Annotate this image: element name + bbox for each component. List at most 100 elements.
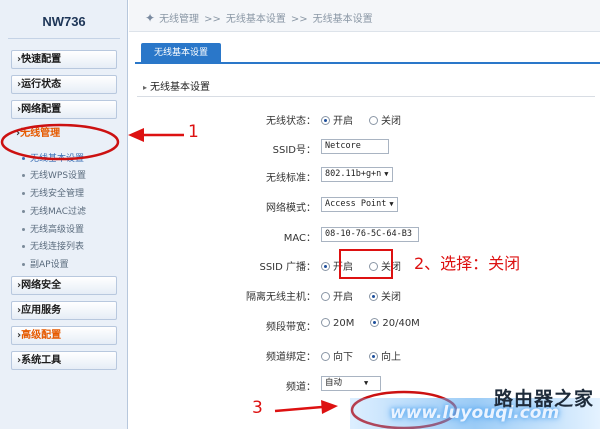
wireless-status-off[interactable]: 关闭 xyxy=(369,116,401,127)
section-divider xyxy=(137,96,595,97)
menu-advanced-config[interactable]: ›高级配置 xyxy=(11,326,117,345)
breadcrumb-separator: >> xyxy=(204,14,221,25)
annotation-step-3: 3 xyxy=(252,398,263,418)
submenu-sub-ap[interactable]: 副AP设置 xyxy=(22,257,69,270)
menu-network-config[interactable]: ›网络配置 xyxy=(11,100,117,119)
bandwidth-20-40m[interactable]: 20/40M xyxy=(370,318,420,329)
section-title: ▸ 无线基本设置 xyxy=(143,78,210,93)
menu-label: 高级配置 xyxy=(21,330,62,341)
tab-strip: 无线基本设置 xyxy=(135,43,600,64)
option-label: 向下 xyxy=(333,352,353,363)
breadcrumb: ✦ 无线管理 >> 无线基本设置 >> 无线基本设置 xyxy=(145,10,373,25)
submenu-wireless-basic[interactable]: 无线基本设置 xyxy=(22,151,84,164)
submenu-mac-filter[interactable]: 无线MAC过滤 xyxy=(22,204,86,217)
option-label: 关闭 xyxy=(381,292,401,303)
dropdown-arrow-icon: ▼ xyxy=(364,379,369,387)
channel-binding-radios: 向下 向上 xyxy=(321,348,417,363)
sparkle-icon: ✦ xyxy=(145,11,156,25)
sidebar: NW736 ›快速配置 ›运行状态 ›网络配置 ›无线管理 无线基本设置 无线W… xyxy=(0,0,128,429)
menu-run-status[interactable]: ›运行状态 xyxy=(11,75,117,94)
select-value: 自动 xyxy=(325,378,343,388)
mac-label: MAC： xyxy=(283,233,316,244)
ssid-input[interactable]: Netcore xyxy=(321,139,389,154)
triangle-right-icon: ▸ xyxy=(143,83,148,92)
menu-label: 网络安全 xyxy=(21,280,62,291)
channel-binding-down[interactable]: 向下 xyxy=(321,352,353,363)
bandwidth-label: 频段带宽： xyxy=(266,322,316,333)
submenu-label: 无线MAC过滤 xyxy=(30,207,87,217)
option-label: 开启 xyxy=(333,292,353,303)
annotation-step-2: 2、选择：关闭 xyxy=(414,254,521,273)
breadcrumb-item: 无线基本设置 xyxy=(312,14,373,25)
wireless-status-label: 无线状态： xyxy=(266,116,316,127)
menu-label: 网络配置 xyxy=(21,104,62,115)
radio-checked-icon[interactable] xyxy=(369,352,378,361)
wireless-status-on[interactable]: 开启 xyxy=(321,116,353,127)
submenu-wireless-advanced[interactable]: 无线高级设置 xyxy=(22,222,84,235)
isolation-label: 隔离无线主机： xyxy=(246,292,316,303)
menu-system-tools[interactable]: ›系统工具 xyxy=(11,351,117,370)
mac-control: 08-10-76-5C-64-B3 xyxy=(321,227,419,242)
radio-checked-icon[interactable] xyxy=(370,318,380,327)
standard-select[interactable]: 802.11b+g+n ▼ xyxy=(321,167,393,182)
select-value: 802.11b+g+n xyxy=(325,169,382,179)
breadcrumb-item: 无线基本设置 xyxy=(225,14,286,25)
submenu-label: 无线基本设置 xyxy=(30,154,85,164)
menu-wireless-management[interactable]: ›无线管理 xyxy=(11,125,117,144)
bullet-icon xyxy=(22,192,25,195)
menu-app-services[interactable]: ›应用服务 xyxy=(11,301,117,320)
channel-control: 自动 ▼ xyxy=(321,376,381,391)
tab-wireless-basic[interactable]: 无线基本设置 xyxy=(141,43,221,64)
dropdown-arrow-icon: ▼ xyxy=(389,200,394,208)
menu-label: 应用服务 xyxy=(21,305,62,316)
menu-network-security[interactable]: ›网络安全 xyxy=(11,276,117,295)
menu-label: 运行状态 xyxy=(21,79,62,90)
radio-unchecked-icon[interactable] xyxy=(321,352,330,361)
dropdown-arrow-icon: ▼ xyxy=(384,170,389,178)
ssid-label: SSID号： xyxy=(272,145,316,156)
channel-binding-up[interactable]: 向上 xyxy=(369,352,401,363)
mode-select[interactable]: Access Point ▼ xyxy=(321,197,398,212)
wireless-status-radios: 开启 关闭 xyxy=(321,112,417,127)
channel-label: 频道： xyxy=(286,382,316,393)
submenu-connection-list[interactable]: 无线连接列表 xyxy=(22,239,84,252)
submenu-wireless-wps[interactable]: 无线WPS设置 xyxy=(22,168,86,181)
menu-label: 无线管理 xyxy=(20,128,61,139)
submenu-wireless-security[interactable]: 无线安全管理 xyxy=(22,186,84,199)
menu-label: 快速配置 xyxy=(21,54,62,65)
breadcrumb-item: 无线管理 xyxy=(159,14,200,25)
option-label: 20/40M xyxy=(382,318,420,329)
radio-unchecked-icon[interactable] xyxy=(321,292,330,301)
bandwidth-20m[interactable]: 20M xyxy=(321,318,354,329)
submenu-label: 无线安全管理 xyxy=(30,189,85,199)
mac-input[interactable]: 08-10-76-5C-64-B3 xyxy=(321,227,419,242)
select-value: Access Point xyxy=(325,199,387,209)
radio-unchecked-icon[interactable] xyxy=(369,116,378,125)
bandwidth-radios: 20M 20/40M xyxy=(321,318,436,329)
device-model: NW736 xyxy=(42,14,86,29)
standard-label: 无线标准： xyxy=(266,173,316,184)
ssid-control: Netcore xyxy=(321,139,389,154)
radio-checked-icon[interactable] xyxy=(369,292,378,301)
option-label: 20M xyxy=(333,318,355,329)
mode-control: Access Point ▼ xyxy=(321,197,398,212)
breadcrumb-bar: ✦ 无线管理 >> 无线基本设置 >> 无线基本设置 xyxy=(129,0,600,32)
main-content: 无线基本设置 ▸ 无线基本设置 无线状态： 开启 关闭 SSID号： Netcore… xyxy=(129,32,600,429)
bullet-icon xyxy=(22,157,25,160)
option-label: 向上 xyxy=(381,352,401,363)
watermark-logo: 路由器之家 xyxy=(493,388,594,410)
radio-checked-icon[interactable] xyxy=(321,262,330,271)
radio-unchecked-icon[interactable] xyxy=(321,318,330,327)
radio-checked-icon[interactable] xyxy=(321,116,330,125)
option-label: 关闭 xyxy=(381,116,401,127)
ssid-broadcast-label: SSID 广播： xyxy=(259,262,316,273)
highlight-box-2 xyxy=(339,249,393,279)
bullet-icon xyxy=(22,228,25,231)
submenu-label: 无线高级设置 xyxy=(30,225,85,235)
isolation-on[interactable]: 开启 xyxy=(321,292,353,303)
menu-quick-config[interactable]: ›快速配置 xyxy=(11,50,117,69)
channel-select[interactable]: 自动 ▼ xyxy=(321,376,381,391)
section-title-text: 无线基本设置 xyxy=(150,82,211,93)
standard-control: 802.11b+g+n ▼ xyxy=(321,167,393,182)
isolation-off[interactable]: 关闭 xyxy=(369,292,401,303)
